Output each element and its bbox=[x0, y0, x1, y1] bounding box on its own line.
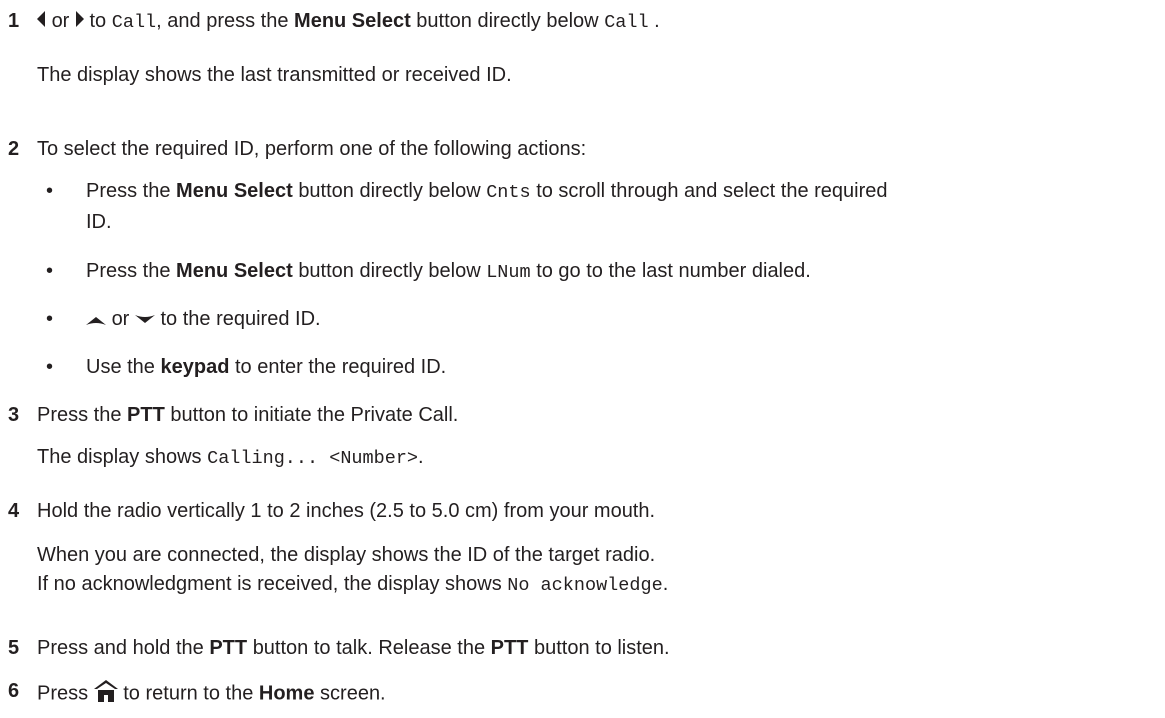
menu-code: Call bbox=[111, 12, 157, 33]
step-number: 1 bbox=[8, 10, 20, 32]
step-number: 5 bbox=[8, 637, 20, 659]
step-result: The display shows the last transmitted o… bbox=[37, 64, 512, 86]
down-arrow-icon bbox=[134, 308, 155, 331]
left-arrow-icon bbox=[37, 10, 46, 33]
step-instruction: To select the required ID, perform one o… bbox=[37, 138, 587, 160]
step-instruction: Hold the radio vertically 1 to 2 inches … bbox=[37, 500, 656, 522]
list-item: or to the required ID. bbox=[86, 308, 321, 331]
list-item-continuation: ID. bbox=[86, 211, 112, 233]
step-number: 4 bbox=[8, 500, 20, 522]
bullet: • bbox=[46, 356, 54, 378]
up-arrow-icon bbox=[86, 308, 106, 331]
menu-code: Call bbox=[604, 12, 649, 33]
step-number: 2 bbox=[8, 138, 20, 160]
step-instruction: Press the PTT button to initiate the Pri… bbox=[37, 404, 459, 426]
step-number: 3 bbox=[8, 404, 20, 426]
display-text: Calling... <Number> bbox=[207, 448, 419, 469]
button-name: Menu Select bbox=[294, 10, 411, 32]
display-text: No acknowledge bbox=[507, 575, 663, 596]
step-result: The display shows Calling... <Number>. bbox=[37, 446, 424, 469]
step-result: If no acknowledgment is received, the di… bbox=[37, 573, 669, 596]
bullet: • bbox=[46, 308, 54, 330]
bullet: • bbox=[46, 180, 54, 202]
step-instruction: Press to return to the Home screen. bbox=[37, 680, 386, 708]
step-number: 6 bbox=[8, 680, 20, 702]
step-result: When you are connected, the display show… bbox=[37, 544, 656, 566]
list-item: Use the keypad to enter the required ID. bbox=[86, 356, 447, 378]
right-arrow-icon bbox=[75, 10, 84, 33]
step-instruction: Press and hold the PTT button to talk. R… bbox=[37, 637, 670, 659]
list-item: Press the Menu Select button directly be… bbox=[86, 180, 888, 203]
menu-code: Cnts bbox=[486, 182, 531, 203]
home-icon bbox=[93, 680, 118, 708]
list-item: Press the Menu Select button directly be… bbox=[86, 260, 811, 283]
bullet: • bbox=[46, 260, 54, 282]
step-instruction: or to Call, and press the Menu Select bu… bbox=[37, 10, 660, 33]
menu-code: LNum bbox=[486, 262, 531, 283]
